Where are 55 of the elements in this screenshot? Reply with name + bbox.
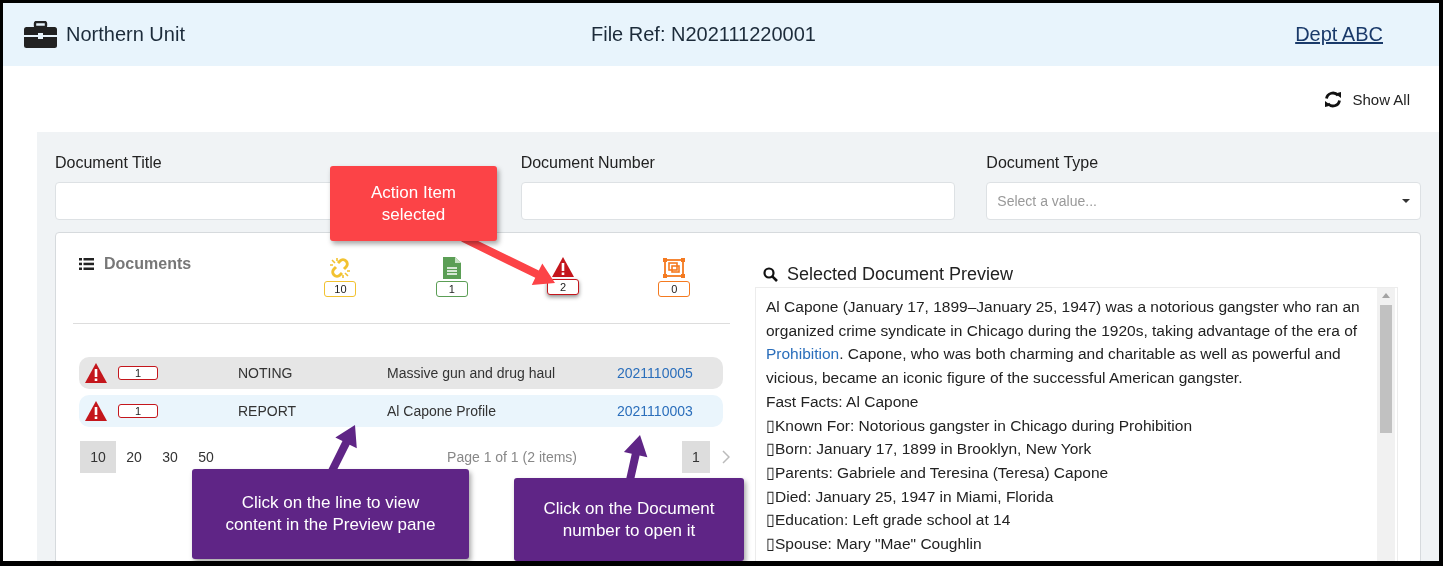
warning-icon bbox=[85, 401, 107, 421]
document-row[interactable]: 1 REPORT Al Capone Profile 2021110003 bbox=[79, 395, 723, 427]
count-badge[interactable]: 0 bbox=[658, 281, 691, 297]
annotation-tooltip: Click on the Document number to open it bbox=[514, 478, 744, 561]
show-all-button[interactable]: Show All bbox=[1324, 90, 1410, 108]
count-badge[interactable]: 1 bbox=[435, 281, 468, 297]
briefcase-icon bbox=[24, 21, 57, 48]
scrollbar[interactable] bbox=[1377, 288, 1395, 561]
document-type: REPORT bbox=[238, 403, 298, 419]
document-type: NOTING bbox=[238, 365, 294, 381]
list-icon bbox=[79, 258, 94, 270]
broken-link-icon bbox=[329, 257, 352, 279]
chevron-right-icon[interactable] bbox=[722, 450, 730, 464]
preview-line: ▯Known For: Notorious gangster in Chicago during Prohibition bbox=[766, 415, 1193, 436]
preview-line: Fast Facts: Al Capone bbox=[766, 391, 920, 412]
preview-paragraph: Al Capone (January 17, 1899–January 25, 1947) was a notorious gangster who ran an organized crime syndicate in Chicago during the 1920s, taking advantage of the era of Prohibition. Capone, who was both charming and charitable as well as powerful and vicious, became an iconic figure of the successful American gangster. bbox=[766, 297, 1361, 389]
panel-title: Documents bbox=[104, 255, 192, 273]
link[interactable]: Prohibition bbox=[766, 345, 840, 363]
document-title: Massive gun and drug haul bbox=[387, 365, 557, 381]
document-number-link[interactable]: 2021110005 bbox=[617, 365, 693, 381]
preview-line: ▯Born: January 17, 1899 in Brooklyn, New York bbox=[766, 439, 1093, 460]
preview-line: ▯Parents: Gabriele and Teresina (Teresa) Capone bbox=[766, 462, 1110, 483]
count-badge: 1 bbox=[118, 404, 158, 418]
caret-icon bbox=[1402, 199, 1410, 203]
document-icon bbox=[442, 257, 461, 279]
preview-line: ▯Died: January 25, 1947 in Miami, Florida bbox=[766, 486, 1055, 507]
count-badge[interactable]: 10 bbox=[324, 281, 357, 297]
file-reference: File Ref: N202111220001 bbox=[591, 23, 816, 45]
document-number-link[interactable]: 2021110003 bbox=[617, 403, 693, 419]
preview-title: Selected Document Preview bbox=[787, 264, 1014, 285]
preview-line: ▯Spouse: Mary "Mae" Coughlin bbox=[766, 534, 983, 555]
field-label: Document Number bbox=[520, 154, 656, 172]
page-info: Page 1 of 1 (2 items) bbox=[447, 449, 577, 465]
annotation-tooltip: Action Item selected bbox=[330, 166, 497, 241]
document-title: Al Capone Profile bbox=[387, 403, 497, 419]
count-badge: 1 bbox=[118, 366, 158, 380]
page-button[interactable]: 1 bbox=[682, 441, 710, 473]
input-field[interactable] bbox=[520, 182, 956, 220]
warning-icon bbox=[85, 363, 107, 383]
field-label: Document Title bbox=[55, 154, 163, 172]
department-link[interactable]: Dept ABC bbox=[1295, 23, 1383, 45]
document-row[interactable]: 1 NOTING Massive gun and drug haul 2021110005 bbox=[79, 357, 723, 389]
count-badge[interactable]: 2 bbox=[547, 279, 580, 295]
page-size-button[interactable]: 30 bbox=[152, 441, 188, 473]
refresh-icon bbox=[1324, 90, 1343, 108]
page-size-button[interactable]: 20 bbox=[116, 441, 152, 473]
unit-name: Northern Unit bbox=[66, 23, 185, 46]
annotation-tooltip: Click on the line to view content in the Preview pane bbox=[192, 469, 469, 559]
field-label: Document Type bbox=[986, 154, 1100, 172]
scroll-up-icon[interactable] bbox=[1382, 293, 1390, 298]
warning-icon bbox=[552, 257, 575, 277]
vector-frame-icon bbox=[662, 257, 687, 279]
search-icon bbox=[763, 267, 778, 282]
preview-line: ▯Education: Left grade school at 14 bbox=[766, 510, 1012, 531]
page-size-button[interactable]: 10 bbox=[80, 441, 116, 473]
